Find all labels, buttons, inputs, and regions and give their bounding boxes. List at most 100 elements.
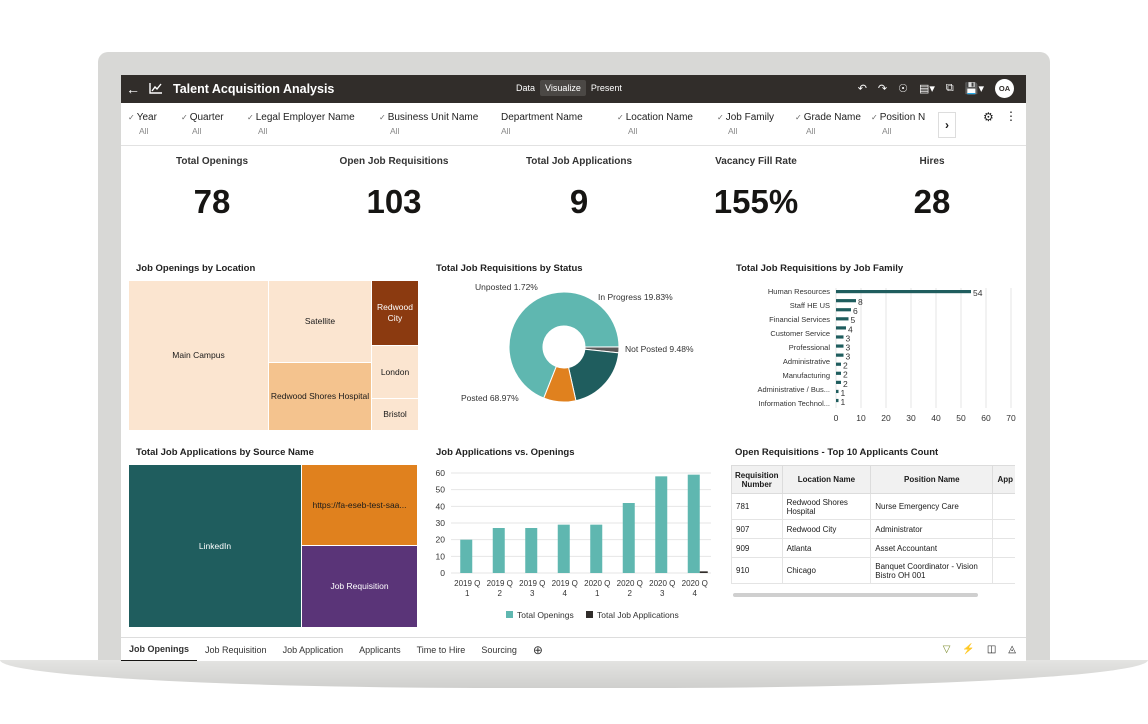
bar[interactable] [836, 380, 841, 384]
treemap-cell-bristol[interactable]: Bristol [372, 399, 418, 430]
header-applicants-count[interactable]: App Co [992, 465, 1015, 494]
tab-sourcing[interactable]: Sourcing [473, 638, 525, 662]
bar[interactable] [836, 335, 844, 339]
bar-total-openings[interactable] [655, 476, 668, 573]
pin-icon: ✓ [717, 113, 724, 122]
mode-visualize[interactable]: Visualize [540, 80, 586, 96]
x-tick-label: 20 [881, 413, 891, 423]
treemap-cell-redwood-shores-hospital[interactable]: Redwood Shores Hospital [269, 363, 371, 430]
table-scrollbar[interactable] [733, 593, 978, 597]
bar[interactable] [836, 353, 844, 357]
filter-legal-employer[interactable]: ✓ Legal Employer Name All [247, 112, 355, 136]
bar[interactable] [836, 290, 971, 294]
header-position-name[interactable]: Position Name [870, 465, 994, 494]
bar[interactable] [836, 362, 841, 366]
bar-total-openings[interactable] [460, 539, 473, 573]
filter-icon[interactable]: ▽ [943, 644, 951, 655]
treemap-cell-job-requisition[interactable]: Job Requisition [302, 546, 417, 627]
bar[interactable] [836, 344, 844, 348]
legend-label: Total Openings [517, 610, 574, 620]
lightning-icon[interactable]: ⚡ [962, 644, 974, 655]
tab-job-openings[interactable]: Job Openings [121, 638, 198, 661]
header-requisition-number[interactable]: Requisition Number [731, 465, 783, 494]
bar-total-openings[interactable] [492, 528, 505, 573]
redo-icon[interactable]: ↷ [878, 82, 887, 95]
x-tick-label: 60 [981, 413, 991, 423]
bar-total-applications[interactable] [699, 571, 708, 573]
layout-icon[interactable]: ◫ [987, 644, 996, 655]
comment-icon[interactable]: ▤▾ [919, 82, 935, 95]
top-requisitions-table: Requisition Number Location Name Positio… [731, 465, 1015, 584]
add-tab-icon[interactable]: ⊕ [525, 638, 551, 662]
pin-icon: ✓ [128, 113, 135, 122]
page-title: Talent Acquisition Analysis [173, 82, 335, 96]
bar-total-openings[interactable] [557, 524, 570, 573]
filter-business-unit[interactable]: ✓ Business Unit Name All [379, 112, 478, 136]
save-icon[interactable]: 💾▾ [965, 82, 984, 95]
table-row[interactable]: 781 Redwood Shores Hospital Nurse Emerge… [731, 493, 1015, 520]
tab-job-requisition[interactable]: Job Requisition [197, 638, 275, 662]
filter-label: Grade Name [803, 112, 861, 123]
footer-icons: ▽ ⚡ ◫ ◬ [943, 644, 1016, 655]
filter-grade[interactable]: ✓ Grade Name All [795, 112, 861, 136]
treemap-cell-london[interactable]: London [372, 346, 418, 398]
kpi-total-applications[interactable]: Total Job Applications 9 [489, 156, 669, 221]
table-row[interactable]: 909 Atlanta Asset Accountant [731, 538, 1015, 558]
bar-total-openings[interactable] [525, 528, 538, 573]
filter-quarter[interactable]: ✓ Quarter All [181, 112, 224, 136]
filter-job-family[interactable]: ✓ Job Family All [717, 112, 774, 136]
kpi-label: Hires [919, 156, 945, 167]
filter-settings-icon[interactable]: ⚙ [983, 110, 994, 124]
bar-total-openings[interactable] [687, 474, 700, 573]
kpi-open-requisitions[interactable]: Open Job Requisitions 103 [304, 156, 484, 221]
refresh-icon[interactable]: ☉ [898, 82, 908, 95]
bar[interactable] [836, 299, 856, 303]
mode-present[interactable]: Present [586, 80, 627, 96]
donut-slice-in-progress[interactable] [567, 348, 620, 402]
tab-job-application[interactable]: Job Application [275, 638, 352, 662]
back-arrow-icon[interactable]: ← [121, 81, 145, 97]
filter-value: All [628, 126, 638, 136]
panel-toggle-icon[interactable]: ◬ [1008, 644, 1016, 655]
treemap-cell-linkedin[interactable]: LinkedIn [129, 465, 301, 627]
treemap-cell-redwood-city[interactable]: Redwood City [372, 281, 418, 345]
bar[interactable] [836, 371, 841, 375]
treemap-cell-url-source[interactable]: https://fa-eseb-test-saa... [302, 465, 417, 545]
treemap-cell-satellite[interactable]: Satellite [269, 281, 371, 362]
bar[interactable] [836, 398, 839, 403]
table-row[interactable]: 910 Chicago Banquet Coordinator - Vision… [731, 557, 1015, 584]
donut-label: In Progress 19.83% [598, 292, 673, 302]
filter-position[interactable]: ✓ Position N All [871, 112, 935, 136]
kpi-total-openings[interactable]: Total Openings 78 [122, 156, 302, 221]
table-row[interactable]: 907 Redwood City Administrator [731, 519, 1015, 539]
header-location-name[interactable]: Location Name [781, 465, 872, 494]
tab-time-to-hire[interactable]: Time to Hire [409, 638, 474, 662]
cell-requisition-number: 781 [731, 493, 783, 520]
filter-scroll-right-button[interactable]: › [938, 112, 956, 138]
filter-value: All [390, 126, 400, 136]
bar[interactable] [836, 326, 846, 330]
bar-total-openings[interactable] [622, 503, 635, 573]
avatar[interactable]: OA [995, 79, 1014, 98]
tab-applicants[interactable]: Applicants [351, 638, 409, 662]
bar[interactable] [836, 389, 839, 394]
filter-location[interactable]: ✓ Location Name All [617, 112, 693, 136]
export-icon[interactable]: ⧉ [946, 82, 954, 95]
kpi-vacancy-fill-rate[interactable]: Vacancy Fill Rate 155% [666, 156, 846, 221]
x-tick-label: 1 [465, 589, 470, 598]
filter-department[interactable]: Department Name All [501, 112, 583, 136]
treemap-cell-main-campus[interactable]: Main Campus [129, 281, 268, 430]
y-tick-label: 50 [436, 485, 446, 495]
cell-position: Administrator [870, 519, 994, 539]
kpi-hires[interactable]: Hires 28 [842, 156, 1022, 221]
bar-total-openings[interactable] [590, 524, 603, 573]
bar[interactable] [836, 308, 851, 312]
filter-year[interactable]: ✓ Year All [128, 112, 157, 136]
undo-icon[interactable]: ↶ [858, 82, 867, 95]
more-options-icon[interactable]: ⋮ [1005, 109, 1017, 123]
mode-data[interactable]: Data [511, 80, 540, 96]
filter-label: Year [136, 112, 157, 123]
filter-label: Quarter [189, 112, 224, 123]
bar[interactable] [836, 317, 849, 321]
donut-label: Not Posted 9.48% [625, 344, 694, 354]
